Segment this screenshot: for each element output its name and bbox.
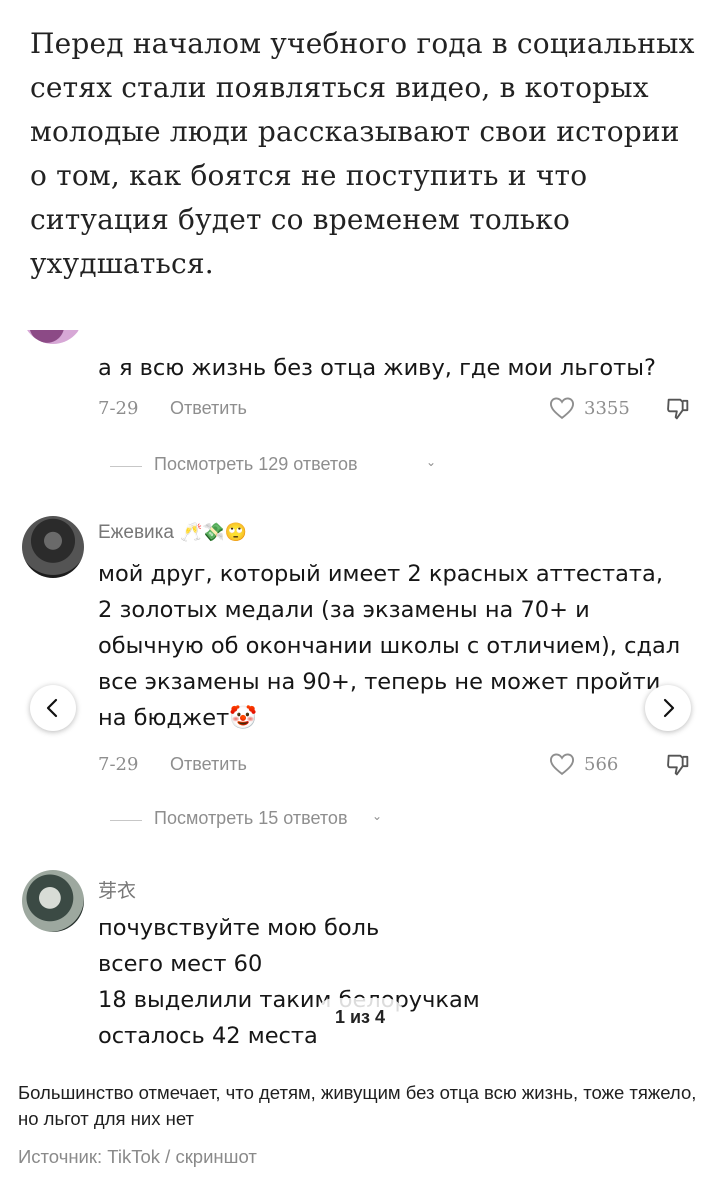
divider (110, 466, 142, 467)
comment-meta: 7-29 Ответить 3355 (98, 397, 698, 428)
chevron-down-icon: ⌄ (426, 455, 437, 469)
like-button[interactable]: 566 (548, 750, 638, 780)
author-name: Ежевика (98, 522, 174, 543)
image-source[interactable]: Источник: TikTok / скриншот (18, 1146, 257, 1168)
chevron-down-icon: ⌄ (372, 809, 383, 823)
comment-author[interactable]: 芽衣 (98, 876, 136, 903)
chevron-left-icon (46, 698, 58, 718)
comment-text-line: все экзамены на 90+, теперь не может про… (98, 669, 661, 695)
comment-text: мой друг, который имеет 2 красных аттест… (98, 556, 688, 736)
article-intro-paragraph: Перед началом учебного года в социальных… (30, 27, 695, 280)
image-gallery[interactable]: а я всю жизнь без отца живу, где мои льг… (0, 330, 720, 1070)
chevron-right-icon (663, 698, 675, 718)
comment-text: а я всю жизнь без отца живу, где мои льг… (98, 355, 656, 381)
comment-text-line: всего мест 60 (98, 951, 263, 977)
comment-text-line: на бюджет🤡 (98, 705, 258, 731)
divider (110, 820, 142, 821)
dislike-icon[interactable] (664, 394, 692, 424)
comment-meta: 7-29 Ответить 566 (98, 753, 698, 784)
author-emoji: 🥂💸🙄 (179, 522, 248, 542)
gallery-counter: 1 из 4 (315, 998, 405, 1036)
like-count: 566 (584, 754, 619, 775)
comment-author[interactable]: Ежевика 🥂💸🙄 (98, 522, 247, 544)
comment-date: 7-29 (98, 754, 139, 775)
view-replies-label: Посмотреть 129 ответов (154, 454, 358, 474)
image-caption: Большинство отмечает, что детям, живущим… (18, 1082, 697, 1129)
heart-icon (549, 753, 575, 776)
reply-button[interactable]: Ответить (170, 754, 247, 775)
gallery-prev-button[interactable] (30, 685, 76, 731)
gallery-next-button[interactable] (645, 685, 691, 731)
like-count: 3355 (584, 398, 630, 419)
comment-text-line: почувствуйте мою боль (98, 915, 380, 941)
comment-text-line: обычную об окончании школы с отличием), … (98, 633, 681, 659)
comment-date: 7-29 (98, 398, 139, 419)
comment-text-line: мой друг, который имеет 2 красных аттест… (98, 561, 663, 587)
avatar[interactable] (22, 870, 84, 932)
dislike-icon[interactable] (664, 750, 692, 780)
avatar[interactable] (22, 516, 84, 578)
comment-text-line: 2 золотых медали (за экзамены на 70+ и (98, 597, 590, 623)
view-replies-label: Посмотреть 15 ответов (154, 808, 348, 828)
avatar[interactable] (22, 330, 84, 344)
like-button[interactable]: 3355 (548, 394, 638, 424)
heart-icon (549, 397, 575, 420)
reply-button[interactable]: Ответить (170, 398, 247, 419)
